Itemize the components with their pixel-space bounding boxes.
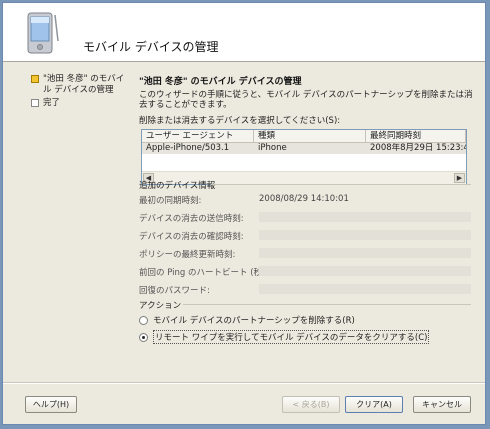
content-description: このウィザードの手順に従うと、モバイル デバイスのパートナーシップを削除または消… <box>139 90 473 110</box>
column-user-agent[interactable]: ユーザー エージェント <box>142 130 254 142</box>
radio-remove-partnership[interactable]: モバイル デバイスのパートナーシップを削除する(R) <box>139 314 355 326</box>
radio-label[interactable]: モバイル デバイスのパートナーシップを削除する(R) <box>153 314 355 326</box>
scroll-right-icon[interactable]: ▶ <box>454 173 465 183</box>
wizard-steps: "池田 冬彦" のモバイル デバイスの管理 完了 <box>31 74 131 111</box>
wizard-title: モバイル デバイスの管理 <box>83 40 219 54</box>
device-list-header: ユーザー エージェント 種類 最終同期時刻 <box>142 130 466 143</box>
field-label-wipe-confirmed: デバイスの消去の確認時刻: <box>139 232 244 242</box>
step-manage-device: "池田 冬彦" のモバイル デバイスの管理 <box>31 74 131 96</box>
field-value-first-sync: 2008/08/29 14:10:01 <box>259 194 349 204</box>
content-title: "池田 冬彦" のモバイル デバイスの管理 <box>139 77 302 87</box>
wizard-window: モバイル デバイスの管理 "池田 冬彦" のモバイル デバイスの管理 完了 "池… <box>2 2 486 425</box>
table-row[interactable]: Apple-iPhone/503.1 iPhone 2008年8月29日 15:… <box>142 143 466 154</box>
cell-type: iPhone <box>258 143 287 153</box>
device-list[interactable]: ユーザー エージェント 種類 最終同期時刻 Apple-iPhone/503.1… <box>141 129 467 185</box>
step-label: 完了 <box>43 98 61 108</box>
step-label: "池田 冬彦" のモバイル デバイスの管理 <box>43 74 125 95</box>
radio-button-selected[interactable] <box>139 332 148 342</box>
group-divider <box>183 304 471 305</box>
step-marker <box>31 99 39 107</box>
radio-button[interactable] <box>139 315 148 325</box>
clear-button[interactable]: クリア(A) <box>345 396 403 413</box>
field-value-wipe-confirmed <box>259 230 471 240</box>
mobile-device-icon <box>27 12 59 54</box>
device-info-group-label: 追加のデバイス情報 <box>139 181 216 191</box>
column-last-sync[interactable]: 最終同期時刻 <box>366 130 466 142</box>
field-label-ping-heartbeat: 前回の Ping のハートビート (秒): <box>139 268 269 278</box>
cell-last-sync: 2008年8月29日 15:23:42 <box>370 143 466 153</box>
wizard-content: "池田 冬彦" のモバイル デバイスの管理 このウィザードの手順に従うと、モバイ… <box>139 74 473 344</box>
radio-label[interactable]: リモート ワイプを実行してモバイル デバイスのデータをクリアする(C) <box>153 330 430 344</box>
step-complete: 完了 <box>31 98 131 109</box>
back-button[interactable]: < 戻る(B) <box>282 396 340 413</box>
field-value-recovery-password <box>259 284 471 294</box>
field-value-policy-update <box>259 248 471 258</box>
field-label-wipe-sent: デバイスの消去の送信時刻: <box>139 214 244 224</box>
group-divider <box>211 184 471 185</box>
column-type[interactable]: 種類 <box>254 130 366 142</box>
field-label-recovery-password: 回復のパスワード: <box>139 286 210 296</box>
step-current-marker <box>31 75 39 83</box>
radio-remote-wipe[interactable]: リモート ワイプを実行してモバイル デバイスのデータをクリアする(C) <box>139 330 430 344</box>
help-button[interactable]: ヘルプ(H) <box>25 396 77 413</box>
wizard-header: モバイル デバイスの管理 <box>3 3 485 62</box>
field-value-ping-heartbeat <box>259 266 471 276</box>
device-select-prompt: 削除または消去するデバイスを選択してください(S): <box>139 116 341 126</box>
cell-user-agent: Apple-iPhone/503.1 <box>146 143 230 153</box>
field-label-first-sync: 最初の同期時刻: <box>139 196 202 206</box>
field-value-wipe-sent <box>259 212 471 222</box>
actions-group-label: アクション <box>139 301 182 311</box>
footer-divider <box>3 382 485 384</box>
field-label-policy-update: ポリシーの最終更新時刻: <box>139 250 236 260</box>
cancel-button[interactable]: キャンセル <box>413 396 471 413</box>
